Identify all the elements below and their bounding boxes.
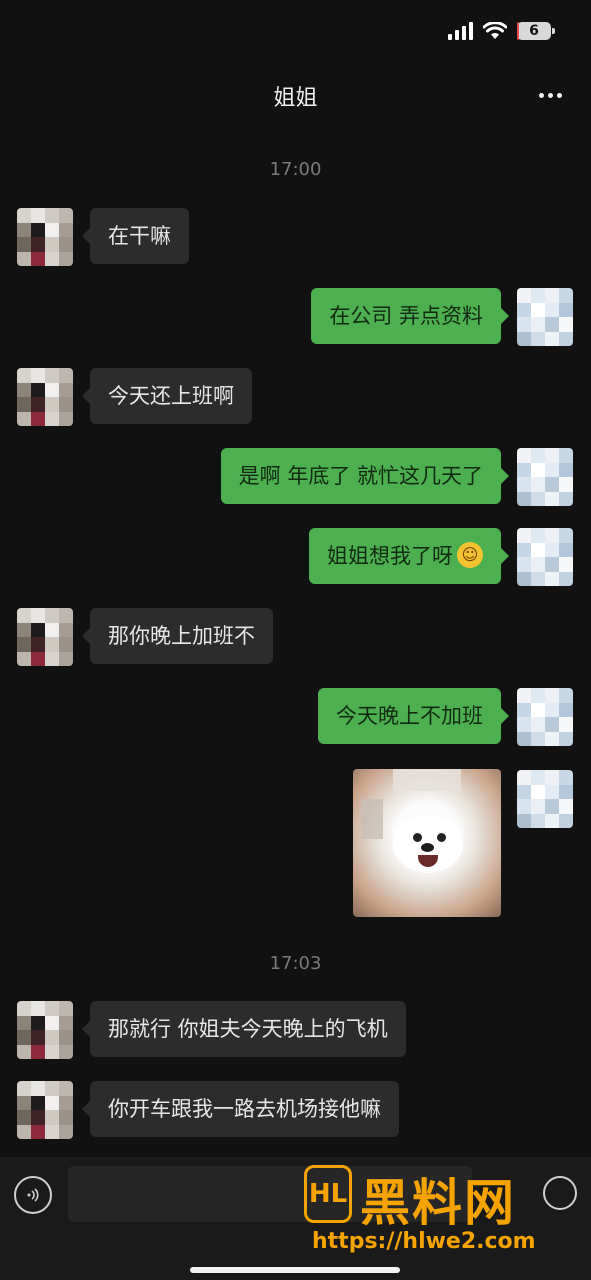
chat-header: 姐姐 [0, 64, 591, 128]
status-bar: 6 [0, 0, 591, 64]
dog-eye [413, 833, 422, 842]
timestamp: 17:03 [269, 953, 322, 974]
contact-avatar[interactable] [17, 208, 73, 266]
incoming-message[interactable]: 那你晚上加班不 [82, 608, 273, 664]
status-icons: 6 [448, 22, 555, 40]
incoming-message[interactable]: 那就行 你姐夫今天晚上的飞机 [82, 1001, 406, 1057]
contact-avatar[interactable] [17, 368, 73, 426]
voice-icon[interactable] [14, 1176, 52, 1214]
emoji-icon[interactable] [543, 1176, 577, 1210]
incoming-message[interactable]: 在干嘛 [82, 208, 189, 264]
outgoing-message[interactable]: 姐姐想我了呀 ☺ [309, 528, 509, 584]
watermark-logo: HL [304, 1165, 352, 1223]
outgoing-message[interactable]: 在公司 弄点资料 [311, 288, 509, 344]
outgoing-message[interactable]: 是啊 年底了 就忙这几天了 [220, 448, 510, 504]
battery-icon: 6 [517, 22, 555, 40]
incoming-message[interactable]: 你开车跟我一路去机场接他嘛 [82, 1081, 399, 1137]
contact-avatar[interactable] [17, 608, 73, 666]
more-icon[interactable] [535, 80, 565, 110]
dog-nose [421, 843, 434, 852]
timestamp: 17:00 [269, 159, 322, 180]
input-bar: HL 黑料网 https://hlwe2.com [0, 1157, 591, 1280]
message-text: 姐姐想我了呀 [327, 544, 453, 568]
self-avatar[interactable] [517, 528, 573, 586]
dog-eye [437, 833, 446, 842]
wink-emoji-icon: ☺ [457, 542, 483, 568]
battery-level: 6 [529, 23, 539, 39]
incoming-message[interactable]: 今天还上班啊 [82, 368, 252, 424]
wifi-icon [483, 22, 507, 39]
contact-avatar[interactable] [17, 1081, 73, 1139]
chat-title: 姐姐 [273, 86, 318, 111]
dog-sticker-image[interactable] [353, 769, 501, 917]
self-avatar[interactable] [517, 688, 573, 746]
watermark-title: 黑料网 [360, 1174, 516, 1232]
self-avatar[interactable] [517, 448, 573, 506]
home-indicator[interactable] [190, 1267, 400, 1273]
self-avatar[interactable] [517, 288, 573, 346]
self-avatar[interactable] [517, 770, 573, 828]
pixelated-area [361, 799, 383, 839]
outgoing-message[interactable]: 今天晚上不加班 [318, 688, 509, 744]
signal-icon [448, 22, 473, 40]
contact-avatar[interactable] [17, 1001, 73, 1059]
pixelated-area [393, 769, 461, 791]
watermark-url: https://hlwe2.com [312, 1229, 536, 1254]
